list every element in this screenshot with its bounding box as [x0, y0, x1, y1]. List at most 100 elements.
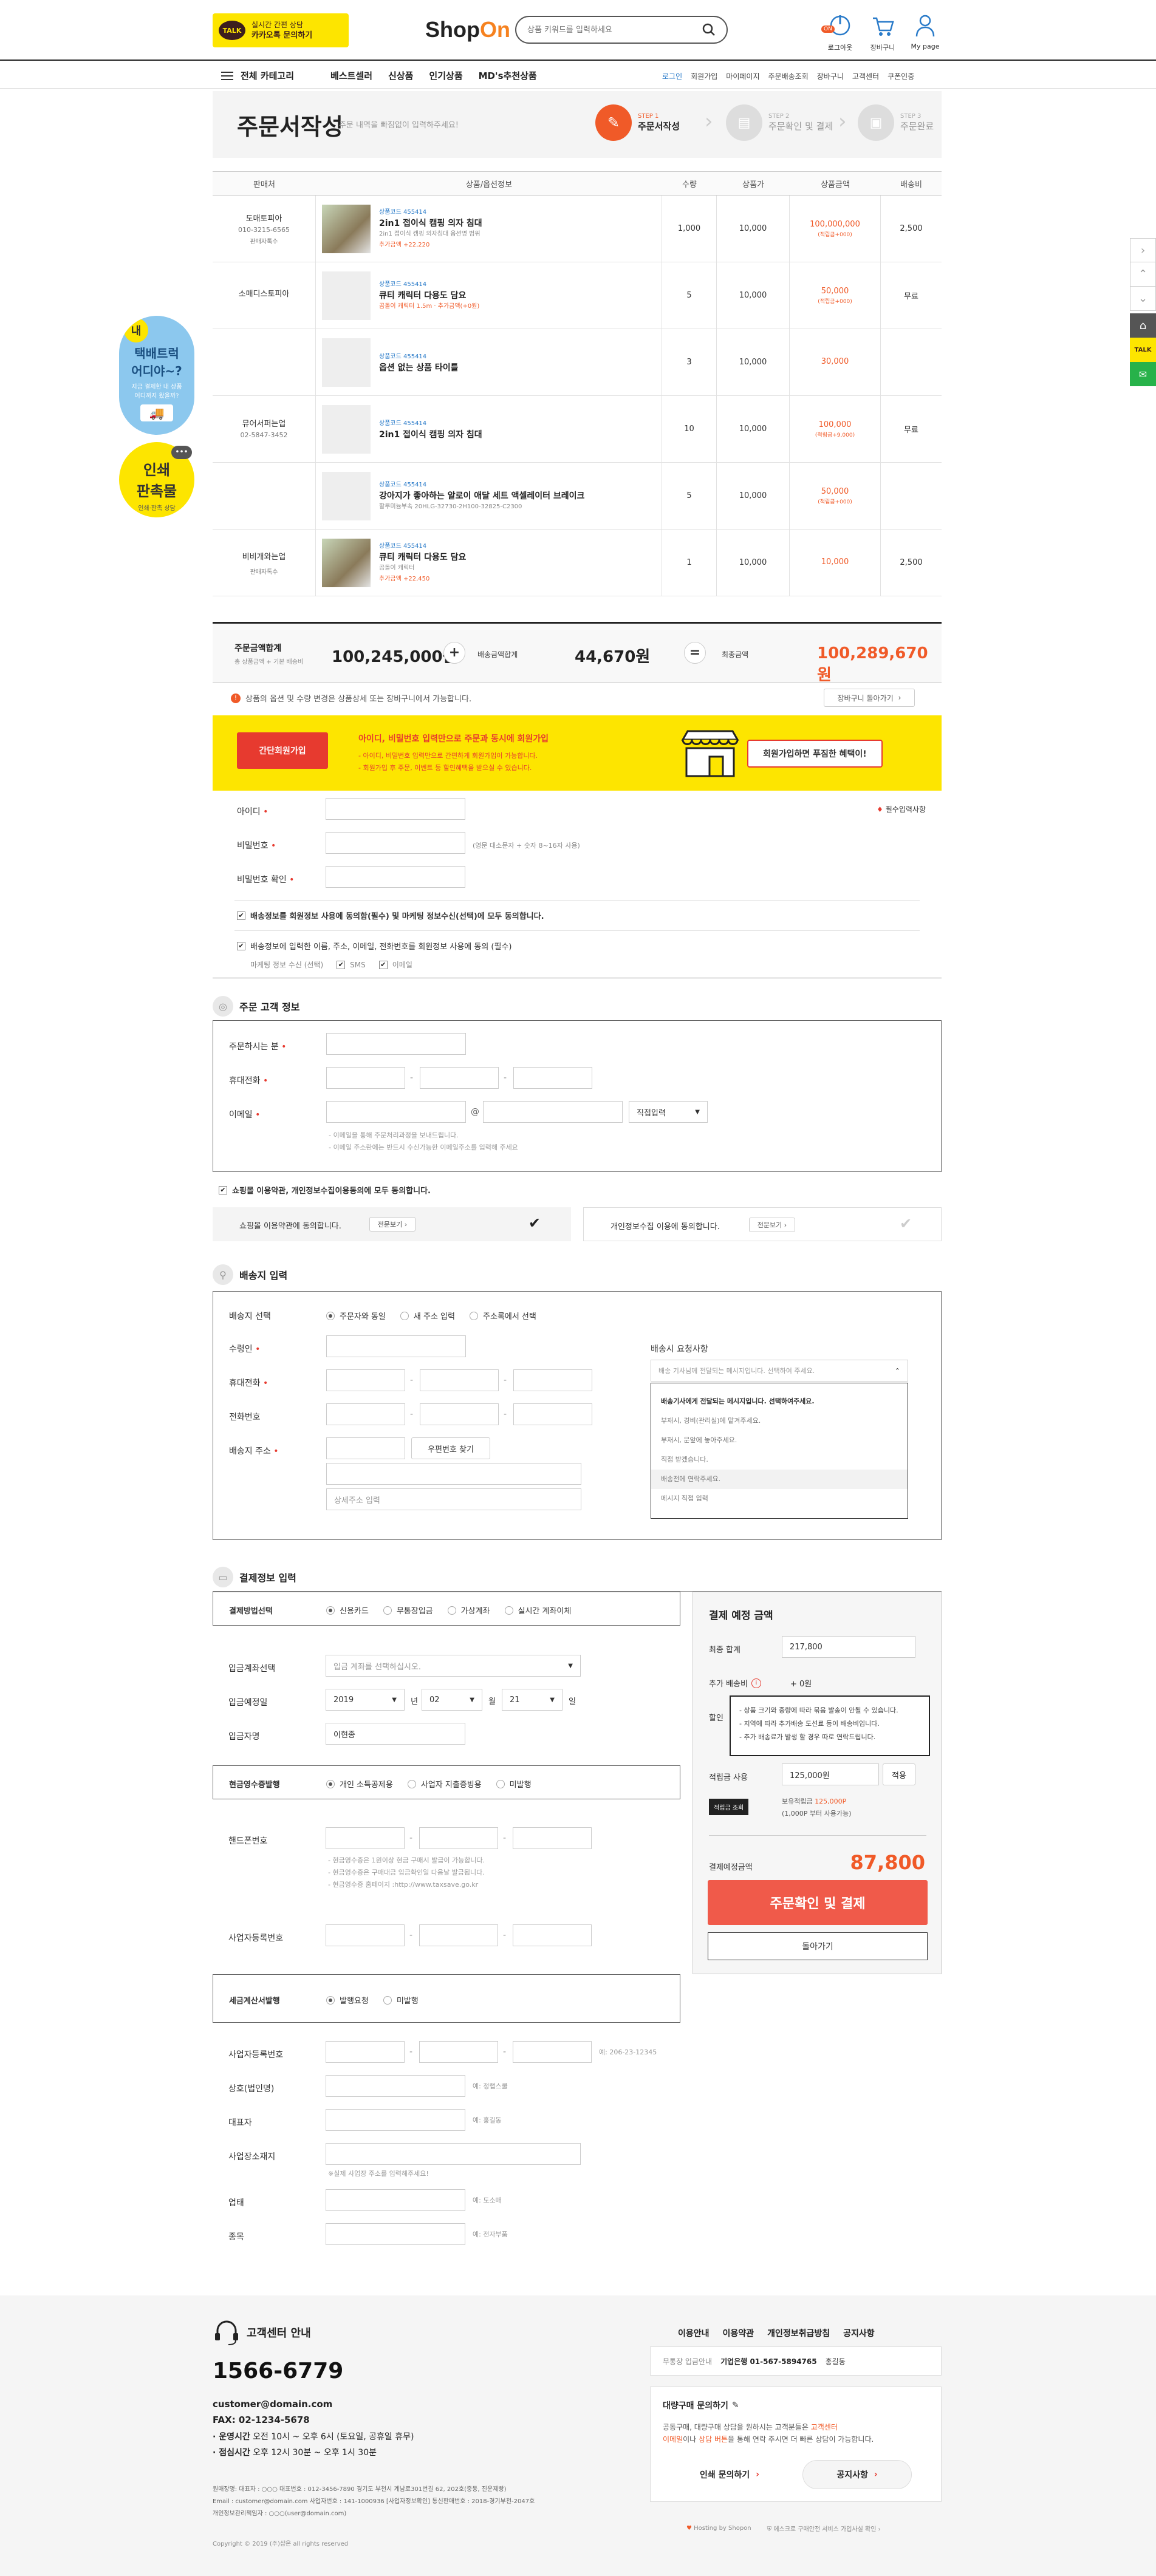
receipt-bizno-1[interactable] — [326, 1924, 405, 1946]
cs-email[interactable]: customer@domain.com — [213, 2399, 332, 2410]
mobile-input-2[interactable] — [420, 1067, 499, 1089]
ship-phone-1[interactable] — [326, 1403, 405, 1425]
product-thumbnail[interactable] — [322, 538, 371, 587]
footer-link-notice[interactable]: 공지사항 — [843, 2327, 875, 2339]
pw-input[interactable] — [326, 832, 465, 854]
agree-all-row[interactable]: ✔ 배송정보를 회원정보 사용에 동의함(필수) 및 마케팅 정보수신(선택)에… — [237, 910, 544, 921]
email-domain-input[interactable] — [483, 1101, 623, 1123]
util-cart[interactable]: 장바구니 — [817, 71, 844, 81]
notice-button[interactable]: 공지사항 › — [802, 2460, 912, 2489]
company-input[interactable] — [326, 2075, 465, 2097]
all-category-button[interactable]: 전체 카테고리 — [221, 69, 294, 82]
mobile-input-3[interactable] — [513, 1067, 592, 1089]
search-input[interactable] — [527, 25, 697, 35]
seller-name[interactable]: 비비개와는업 — [242, 550, 286, 562]
point-apply-button[interactable]: 적용 — [883, 1763, 915, 1785]
address-detail-input[interactable]: 상세주소 입력 — [326, 1488, 581, 1510]
ship-mobile-3[interactable] — [513, 1369, 592, 1391]
print-banner[interactable]: ••• 인쇄 판촉물 인쇄·판촉 상담 — [119, 442, 194, 517]
check-icon[interactable]: ✔ — [528, 1215, 541, 1232]
radio-tax-request[interactable] — [326, 1995, 335, 2005]
header-icon-mypage[interactable]: My page — [904, 12, 946, 50]
email-checkbox[interactable]: ✔ — [378, 960, 388, 969]
header-icon-cart[interactable]: 장바구니 — [861, 12, 904, 52]
biz-item-input[interactable] — [326, 2223, 465, 2245]
radio-virtual[interactable] — [447, 1606, 456, 1615]
radio-business[interactable] — [407, 1779, 416, 1788]
footer-link-privacy[interactable]: 개인정보취급방침 — [767, 2327, 830, 2339]
radio-card[interactable] — [326, 1606, 335, 1615]
request-option[interactable]: 배송전에 연락주세요. — [651, 1470, 908, 1489]
sms-checkbox[interactable]: ✔ — [337, 960, 346, 969]
ceo-input[interactable] — [326, 2109, 465, 2131]
kakao-icon[interactable]: TALK — [1130, 338, 1156, 362]
day-select[interactable]: 21 ▼ — [502, 1689, 563, 1711]
point-input[interactable]: 125,000원 — [782, 1763, 879, 1785]
ship-mobile-2[interactable] — [420, 1369, 499, 1391]
seller-name[interactable]: 소매디스토피아 — [239, 287, 290, 299]
radio-tax-none[interactable] — [383, 1995, 392, 2005]
footer-link-terms[interactable]: 이용약관 — [723, 2327, 754, 2339]
chevron-down-icon[interactable]: ⌄ — [1130, 287, 1156, 311]
tax-bizno-3[interactable] — [513, 2041, 592, 2063]
biz-addr-input[interactable] — [326, 2143, 581, 2165]
id-input[interactable] — [326, 798, 465, 820]
year-select[interactable]: 2019 ▼ — [326, 1689, 405, 1711]
product-thumbnail[interactable] — [322, 204, 371, 253]
util-join[interactable]: 회원가입 — [691, 71, 717, 81]
util-mypage[interactable]: 마이페이지 — [726, 71, 759, 81]
terms2-view-button[interactable]: 전문보기 › — [749, 1218, 795, 1232]
quick-join-button[interactable]: 간단회원가입 — [237, 732, 328, 769]
receipt-phone-1[interactable] — [326, 1827, 405, 1849]
agree-info-row[interactable]: ✔ 배송정보에 입력한 이름, 주소, 이메일, 전화번호를 회원정보 사용에 … — [237, 940, 512, 952]
home-icon[interactable]: ⌂ — [1130, 313, 1156, 338]
radio-bank[interactable] — [383, 1606, 392, 1615]
product-thumbnail[interactable] — [322, 471, 371, 520]
product-thumbnail[interactable] — [322, 404, 371, 454]
radio-new[interactable] — [400, 1311, 409, 1320]
biz-type-input[interactable] — [326, 2189, 465, 2211]
pw2-input[interactable] — [326, 866, 465, 888]
search-icon[interactable] — [702, 23, 716, 36]
nav-item-popular[interactable]: 인기상품 — [429, 69, 462, 82]
product-name[interactable]: 옵션 없는 상품 타이틀 — [379, 363, 459, 373]
product-name[interactable]: 2in1 접이식 캠핑 의자 침대 — [379, 218, 482, 229]
tax-bizno-1[interactable] — [326, 2041, 405, 2063]
request-option[interactable]: 메시지 직접 입력 — [651, 1489, 908, 1508]
print-inquiry-button[interactable]: 인쇄 문의하기 › — [675, 2460, 784, 2489]
zip-search-button[interactable]: 우편번호 찾기 — [411, 1437, 490, 1459]
radio-book[interactable] — [469, 1311, 478, 1320]
mobile-input-1[interactable] — [326, 1067, 405, 1089]
chevron-up-icon[interactable]: ⌃ — [1130, 262, 1156, 287]
back-button[interactable]: 돌아가기 — [708, 1932, 928, 1960]
product-thumbnail[interactable] — [322, 338, 371, 387]
chat-icon[interactable]: ✉ — [1130, 362, 1156, 386]
payer-input[interactable]: 이현종 — [326, 1723, 465, 1745]
terms1-view-button[interactable]: 전문보기 › — [369, 1217, 416, 1232]
info-icon[interactable]: i — [751, 1678, 761, 1688]
receipt-phone-2[interactable] — [419, 1827, 498, 1849]
seller-name[interactable]: 뮤어서퍼는업 — [242, 417, 286, 429]
point-check-badge[interactable]: 적립금 조회 — [709, 1799, 749, 1815]
product-name[interactable]: 큐티 캐릭터 다용도 담요 — [379, 552, 466, 563]
footer-link-guide[interactable]: 이용안내 — [678, 2327, 710, 2339]
util-order[interactable]: 주문배송조회 — [768, 71, 809, 81]
radio-none[interactable] — [496, 1779, 505, 1788]
zip-input[interactable] — [326, 1437, 405, 1459]
shop-logo[interactable]: ShopOn — [425, 17, 510, 43]
util-cs[interactable]: 고객센터 — [852, 71, 879, 81]
request-option[interactable]: 배송기사에게 전달되는 메시지입니다. 선택하여주세요. — [651, 1392, 908, 1411]
header-icon-logout[interactable]: ON 로그아웃 — [819, 12, 861, 52]
radio-same[interactable] — [326, 1311, 335, 1320]
email-domain-select[interactable]: 직접입력 ▼ — [629, 1101, 708, 1123]
checkbox-icon[interactable]: ✔ — [237, 941, 245, 950]
radio-personal[interactable] — [326, 1779, 335, 1788]
courier-banner[interactable]: 내 택배트럭 어디야~? 지금 결제한 내 상품 어디까지 왔을까? 🚚 — [119, 316, 194, 435]
back-to-cart-button[interactable]: 장바구니 돌아가기 › — [824, 689, 915, 707]
nav-item-new[interactable]: 신상품 — [388, 69, 413, 82]
check-icon[interactable]: ✔ — [900, 1215, 912, 1232]
month-select[interactable]: 02 ▼ — [422, 1689, 482, 1711]
pay-button[interactable]: 주문확인 및 결제 — [708, 1880, 928, 1925]
seller-name[interactable]: 도매토피아 — [246, 212, 282, 223]
request-option[interactable]: 부재시, 경비(관리실)에 맡겨주세요. — [651, 1411, 908, 1431]
